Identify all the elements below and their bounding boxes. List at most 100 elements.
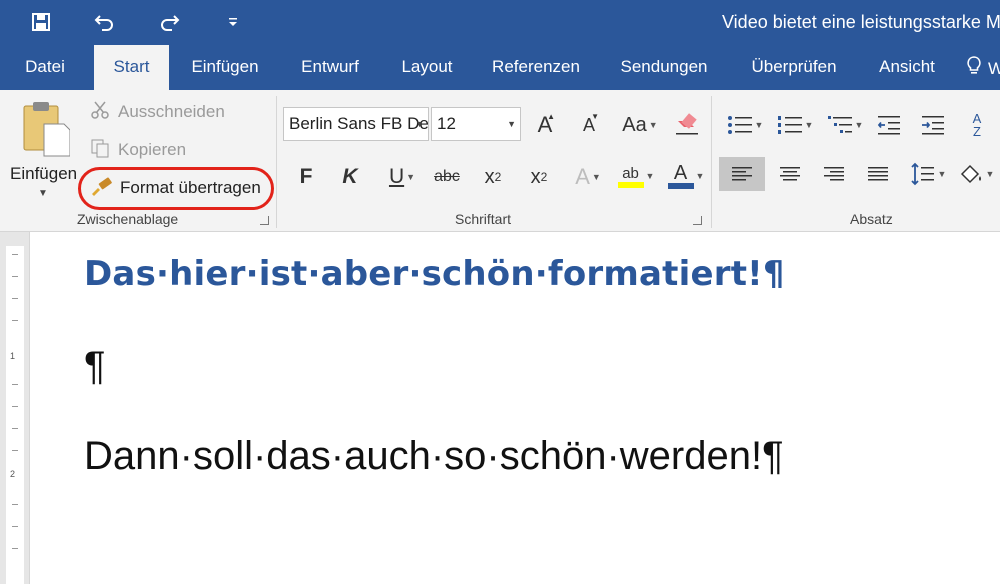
ribbon-tabs: Datei Start Einfügen Entwurf Layout Refe… bbox=[0, 45, 1000, 91]
sort-button[interactable]: A Z bbox=[962, 106, 992, 144]
numbering-button[interactable]: ▼ bbox=[774, 108, 816, 142]
formatted-heading[interactable]: Das·hier·ist·aber·schön·formatiert!¶ bbox=[84, 254, 785, 294]
copy-button[interactable]: Kopieren bbox=[90, 135, 186, 165]
highlight-color-button[interactable]: ab ▼ bbox=[614, 158, 658, 194]
ruler-tick bbox=[12, 276, 18, 277]
superscript-x: x bbox=[530, 165, 541, 188]
multilevel-list-button[interactable]: ▼ bbox=[824, 108, 866, 142]
chevron-down-icon: ▼ bbox=[406, 172, 416, 182]
underline-button[interactable]: U ▼ bbox=[380, 160, 424, 194]
paste-dropdown-icon[interactable]: ▼ bbox=[38, 188, 48, 199]
subscript-button[interactable]: x2 bbox=[478, 160, 508, 194]
font-launcher-icon[interactable] bbox=[693, 216, 702, 225]
caret-down-icon: ▼ bbox=[591, 112, 599, 121]
font-size-value: 12 bbox=[437, 114, 456, 133]
text-effects-button[interactable]: A ▼ bbox=[568, 160, 608, 194]
align-right-button[interactable] bbox=[816, 157, 852, 191]
ruler-tick bbox=[12, 406, 18, 407]
ruler-number-2: 2 bbox=[10, 469, 16, 479]
paragraph-group-label: Absatz bbox=[850, 211, 893, 227]
font-color-button[interactable]: A ▼ bbox=[664, 158, 708, 194]
justify-icon bbox=[868, 167, 888, 181]
ruler-tick bbox=[12, 298, 18, 299]
strikethrough-button[interactable]: abc bbox=[430, 160, 464, 194]
chevron-down-icon[interactable] bbox=[216, 6, 250, 38]
group-divider bbox=[711, 96, 712, 228]
ruler-tick bbox=[12, 254, 18, 255]
sort-z-label: Z bbox=[973, 124, 981, 139]
chevron-down-icon: ▼ bbox=[591, 172, 601, 182]
bold-button[interactable]: F bbox=[292, 160, 320, 194]
shrink-font-button[interactable]: A ▼ bbox=[576, 108, 602, 142]
group-divider bbox=[276, 96, 277, 228]
chevron-down-icon: ▼ bbox=[854, 120, 864, 130]
tell-me-box[interactable]: W bbox=[966, 55, 1000, 82]
chevron-down-icon: ▼ bbox=[645, 171, 655, 181]
clear-formatting-icon[interactable] bbox=[670, 108, 704, 142]
tab-datei[interactable]: Datei bbox=[10, 45, 80, 90]
empty-paragraph[interactable]: ¶ bbox=[84, 344, 105, 389]
vertical-ruler: 1 2 bbox=[0, 232, 30, 584]
decrease-indent-icon[interactable] bbox=[874, 108, 904, 142]
highlight-ring bbox=[78, 167, 274, 210]
paste-button[interactable]: Einfügen bbox=[10, 164, 77, 184]
font-name-value: Berlin Sans FB De bbox=[289, 114, 429, 133]
document-title: Video bietet eine leistungsstarke Mög bbox=[722, 12, 1000, 32]
ribbon: Einfügen ▼ Ausschneiden Kopieren Format … bbox=[0, 90, 1000, 232]
undo-icon[interactable] bbox=[88, 6, 122, 38]
redo-icon[interactable] bbox=[152, 6, 186, 38]
chevron-down-icon: ▼ bbox=[648, 120, 658, 130]
tab-ansicht[interactable]: Ansicht bbox=[868, 45, 946, 90]
align-center-icon bbox=[780, 167, 800, 181]
body-paragraph[interactable]: Dann·soll·das·auch·so·schön·werden!¶ bbox=[84, 434, 784, 479]
change-case-button[interactable]: Aa ▼ bbox=[620, 108, 660, 142]
chevron-down-icon: ▼ bbox=[804, 120, 814, 130]
highlighter-color-bar bbox=[617, 181, 644, 188]
chevron-down-icon: ▼ bbox=[415, 119, 424, 129]
align-left-icon bbox=[732, 167, 752, 181]
justify-button[interactable] bbox=[860, 157, 896, 191]
bullets-button[interactable]: ▼ bbox=[724, 108, 766, 142]
change-case-icon: Aa bbox=[622, 113, 647, 136]
tab-ueberpruefen[interactable]: Überprüfen bbox=[738, 45, 850, 90]
tab-sendungen[interactable]: Sendungen bbox=[608, 45, 720, 90]
superscript-button[interactable]: x2 bbox=[524, 160, 554, 194]
ruler-tick bbox=[12, 548, 18, 549]
font-name-select[interactable]: Berlin Sans FB De ▼ bbox=[283, 107, 429, 141]
shading-button[interactable]: ▼ bbox=[954, 157, 998, 191]
clipboard-group-label: Zwischenablage bbox=[77, 211, 179, 227]
font-size-select[interactable]: 12 ▼ bbox=[431, 107, 521, 141]
ruler-tick bbox=[12, 450, 18, 451]
cut-button[interactable]: Ausschneiden bbox=[90, 97, 225, 127]
lightbulb-icon bbox=[966, 55, 982, 82]
bullet-list-icon bbox=[727, 116, 752, 134]
ruler-tick bbox=[12, 526, 18, 527]
align-center-button[interactable] bbox=[772, 157, 808, 191]
highlighter-label: ab bbox=[622, 164, 639, 182]
tab-layout[interactable]: Layout bbox=[390, 45, 464, 90]
ruler-tick bbox=[12, 320, 18, 321]
underline-icon: U bbox=[388, 165, 405, 188]
tab-referenzen[interactable]: Referenzen bbox=[484, 45, 588, 90]
italic-button[interactable]: K bbox=[336, 160, 364, 194]
grow-font-button[interactable]: A ▲ bbox=[532, 108, 558, 142]
increase-indent-icon[interactable] bbox=[918, 108, 948, 142]
tab-einfuegen[interactable]: Einfügen bbox=[182, 45, 268, 90]
ruler-tick bbox=[12, 504, 18, 505]
clipboard-launcher-icon[interactable] bbox=[260, 216, 269, 225]
font-group-label: Schriftart bbox=[455, 211, 512, 227]
chevron-down-icon: ▼ bbox=[507, 119, 516, 129]
caret-up-icon: ▲ bbox=[547, 112, 555, 121]
align-left-button[interactable] bbox=[719, 157, 765, 191]
line-spacing-icon bbox=[910, 162, 934, 186]
font-color-bar bbox=[667, 183, 694, 189]
paste-icon[interactable] bbox=[20, 98, 71, 158]
tab-entwurf[interactable]: Entwurf bbox=[290, 45, 370, 90]
ruler-tick bbox=[12, 428, 18, 429]
save-icon[interactable] bbox=[24, 6, 58, 38]
chevron-down-icon: ▼ bbox=[754, 120, 764, 130]
tab-start[interactable]: Start bbox=[94, 45, 169, 91]
subscript-x: x bbox=[484, 165, 495, 188]
line-spacing-button[interactable]: ▼ bbox=[906, 157, 950, 191]
ruler-margin-area bbox=[6, 246, 24, 584]
